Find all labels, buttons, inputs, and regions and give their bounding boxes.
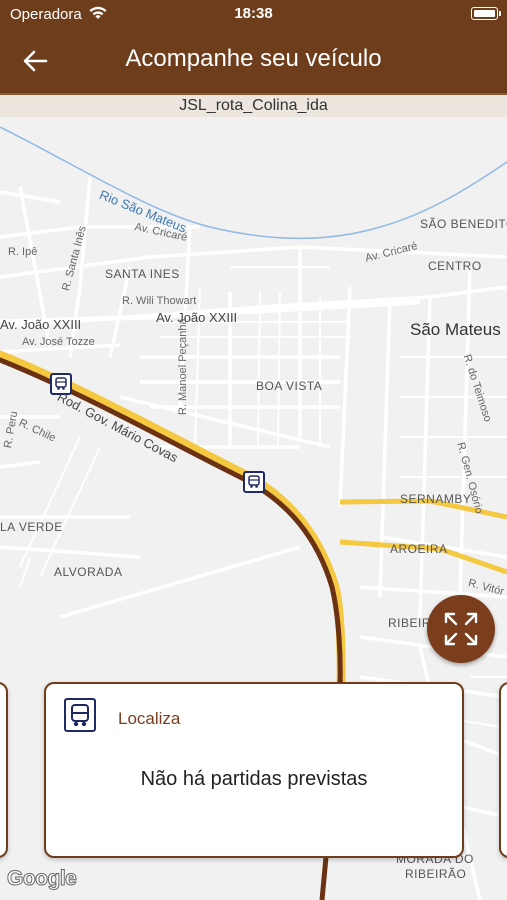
status-time: 18:38 <box>234 5 273 22</box>
status-bar: Operadora 18:38 <box>0 0 507 28</box>
map-label-sao-benedito: SÃO BENEDITO <box>420 217 507 231</box>
app-header: Operadora 18:38 Acompanhe seu veículo <box>0 0 507 93</box>
stop-name: Localiza <box>118 709 181 728</box>
battery-tip <box>499 11 501 16</box>
map-label-sao-mateus: São Mateus <box>410 320 501 339</box>
map-label-av-joao-2: Av. João XXIII <box>156 310 238 325</box>
stop-card-next[interactable] <box>499 682 507 858</box>
page-title: Acompanhe seu veículo <box>125 45 382 72</box>
map-label-av-jose: Av. José Tozze <box>22 336 95 348</box>
map-label-av-joao-1: Av. João XXIII <box>0 317 82 332</box>
map-label-alvorada: ALVORADA <box>54 565 123 579</box>
stop-card-previous[interactable] <box>0 682 8 858</box>
map-label-centro: CENTRO <box>428 259 482 273</box>
route-bar: JSL_rota_Colina_ida <box>0 93 507 117</box>
fullscreen-button[interactable] <box>427 595 495 663</box>
map-label-santa-ines: SANTA INES <box>105 267 180 281</box>
departures-message: Não há partidas previstas <box>140 768 368 790</box>
map-label-sernamby: SERNAMBY <box>400 492 472 506</box>
expand-icon <box>444 612 478 646</box>
bus-stop-icon <box>64 698 96 732</box>
map-label-la-verde: LA VERDE <box>0 520 63 534</box>
google-logo: Google <box>6 867 77 891</box>
stop-card[interactable]: Localiza Não há partidas previstas <box>44 682 464 858</box>
bus-stop-icon[interactable] <box>50 373 72 395</box>
map-label-r-manoel: R. Manoel Peçanha <box>177 318 189 415</box>
map-label-aroeira: AROEIRA <box>390 542 448 556</box>
route-name: JSL_rota_Colina_ida <box>179 97 328 114</box>
map-label-ribeirao: RIBEIRÃO <box>405 867 467 881</box>
map-label-boa-vista: BOA VISTA <box>256 379 323 393</box>
bus-stop-icon[interactable] <box>243 471 265 493</box>
map-label-r-ipe: R. Ipê <box>8 246 38 258</box>
map-label-r-wili: R. Wili Thowart <box>122 295 197 307</box>
battery-icon <box>471 7 498 20</box>
